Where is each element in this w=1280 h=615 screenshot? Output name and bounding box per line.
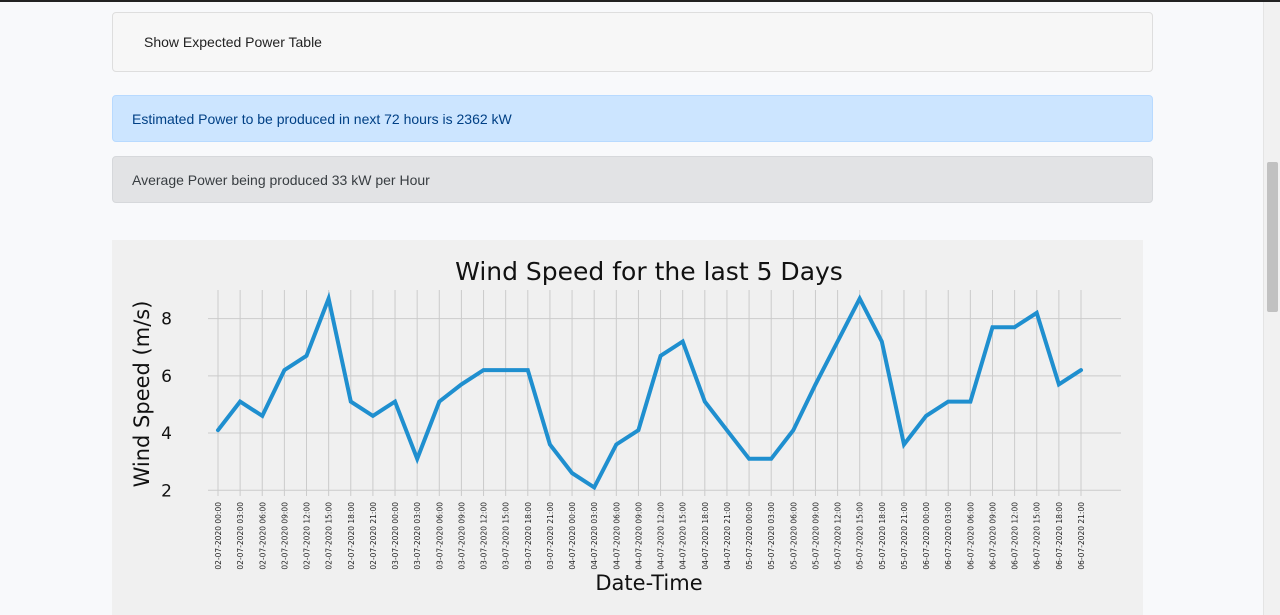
y-tick-label: 8 xyxy=(161,310,172,330)
x-tick-label: 03-07-2020 21:00 xyxy=(546,502,555,570)
x-tick-label: 06-07-2020 06:00 xyxy=(966,502,975,570)
average-power-alert: Average Power being produced 33 kW per H… xyxy=(112,156,1153,203)
x-tick-label: 05-07-2020 15:00 xyxy=(856,502,865,570)
y-axis-label: Wind Speed (m/s) xyxy=(130,301,154,488)
x-tick-label: 04-07-2020 03:00 xyxy=(590,502,599,570)
x-tick-label: 06-07-2020 18:00 xyxy=(1055,502,1064,570)
chart-grid xyxy=(208,290,1121,496)
wind-speed-series-line xyxy=(216,291,1083,491)
x-tick-label: 03-07-2020 09:00 xyxy=(457,502,466,570)
x-tick-label: 03-07-2020 06:00 xyxy=(435,502,444,570)
x-tick-label: 06-07-2020 00:00 xyxy=(922,502,931,570)
x-tick-label: 06-07-2020 03:00 xyxy=(944,502,953,570)
x-tick-label: 02-07-2020 00:00 xyxy=(214,502,223,570)
toggle-label: Show Expected Power Table xyxy=(144,34,322,50)
x-tick-label: 05-07-2020 09:00 xyxy=(811,502,820,570)
x-tick-label: 03-07-2020 15:00 xyxy=(502,502,511,570)
x-tick-label: 04-07-2020 00:00 xyxy=(568,502,577,570)
x-tick-label: 02-07-2020 03:00 xyxy=(236,502,245,570)
y-tick-label: 2 xyxy=(161,481,172,501)
x-tick-label: 03-07-2020 12:00 xyxy=(480,502,489,570)
chart-title: Wind Speed for the last 5 Days xyxy=(455,257,843,286)
x-tick-label: 03-07-2020 03:00 xyxy=(413,502,422,570)
x-tick-label: 06-07-2020 15:00 xyxy=(1033,502,1042,570)
x-axis-label: Date-Time xyxy=(595,571,702,595)
chart-series xyxy=(216,291,1083,491)
show-expected-power-table-toggle[interactable]: Show Expected Power Table xyxy=(112,12,1153,72)
x-tick-label: 06-07-2020 12:00 xyxy=(1011,502,1020,570)
estimated-power-text: Estimated Power to be produced in next 7… xyxy=(132,110,512,127)
x-tick-label: 02-07-2020 18:00 xyxy=(347,502,356,570)
x-tick-label: 05-07-2020 06:00 xyxy=(789,502,798,570)
x-tick-label: 04-07-2020 06:00 xyxy=(612,502,621,570)
x-tick-label: 04-07-2020 18:00 xyxy=(701,502,710,570)
scrollbar-thumb[interactable] xyxy=(1267,162,1278,312)
x-tick-label: 05-07-2020 21:00 xyxy=(900,502,909,570)
x-tick-label: 05-07-2020 03:00 xyxy=(767,502,776,570)
x-tick-label: 06-07-2020 21:00 xyxy=(1077,502,1086,570)
x-tick-label: 04-07-2020 09:00 xyxy=(634,502,643,570)
window-top-border xyxy=(0,0,1280,2)
chart-canvas: 2468 02-07-2020 00:00 02-07-2020 03:00 02-… xyxy=(130,257,1121,595)
x-tick-label: 05-07-2020 00:00 xyxy=(745,502,754,570)
x-tick-label: 02-07-2020 15:00 xyxy=(325,502,334,570)
x-tick-label: 03-07-2020 18:00 xyxy=(524,502,533,570)
y-axis-ticks: 2 4 6 8 xyxy=(161,310,172,502)
x-tick-label: 02-07-2020 21:00 xyxy=(369,502,378,570)
x-tick-label: 04-07-2020 21:00 xyxy=(723,502,732,570)
x-tick-label: 02-07-2020 12:00 xyxy=(303,502,312,570)
average-power-text: Average Power being produced 33 kW per H… xyxy=(132,171,430,188)
x-tick-label: 04-07-2020 15:00 xyxy=(679,502,688,570)
x-tick-label: 05-07-2020 12:00 xyxy=(834,502,843,570)
x-tick-label: 03-07-2020 00:00 xyxy=(391,502,400,570)
vertical-scrollbar[interactable] xyxy=(1263,2,1280,615)
x-axis-ticks: 02-07-2020 00:00 02-07-2020 03:00 02-07-20… xyxy=(214,502,1086,570)
wind-speed-chart: 2468 02-07-2020 00:00 02-07-2020 03:00 02-… xyxy=(112,240,1143,615)
y-tick-label: 6 xyxy=(161,367,172,387)
estimated-power-alert: Estimated Power to be produced in next 7… xyxy=(112,95,1153,142)
x-tick-label: 06-07-2020 09:00 xyxy=(988,502,997,570)
y-tick-label: 4 xyxy=(161,424,172,444)
x-tick-label: 02-07-2020 09:00 xyxy=(280,502,289,570)
x-tick-label: 05-07-2020 18:00 xyxy=(878,502,887,570)
x-tick-label: 02-07-2020 06:00 xyxy=(258,502,267,570)
x-tick-label: 04-07-2020 12:00 xyxy=(657,502,666,570)
